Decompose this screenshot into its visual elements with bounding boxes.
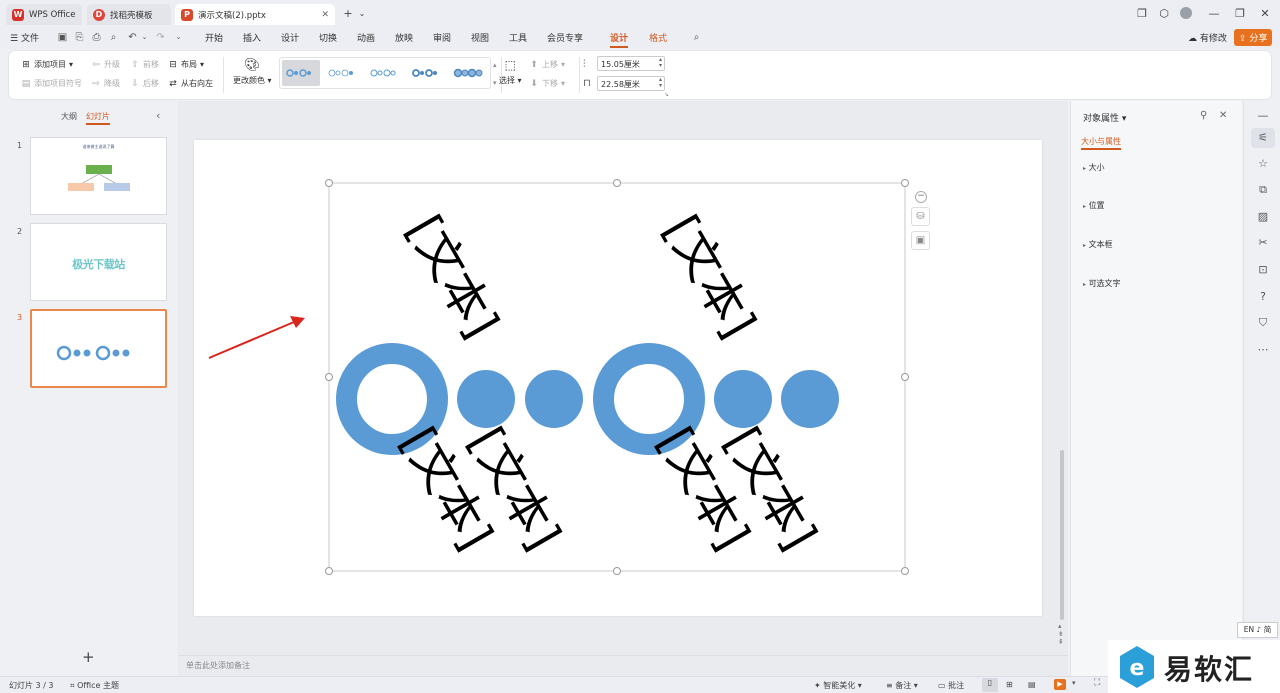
close-panel-icon[interactable]: ✕ <box>1219 110 1227 121</box>
play-slideshow-icon[interactable]: ▶ <box>1054 679 1066 690</box>
fill-icon[interactable]: ⛁ <box>911 207 930 226</box>
status-bar: 幻灯片 3 / 3 ⌗ Office 主题 ✦ 智能美化 ▾ ≡ 备注 ▾ ▭ … <box>0 676 1280 693</box>
beautify-icon: ✦ <box>814 681 821 690</box>
section-label: 可选文字 <box>1088 279 1121 288</box>
reading-view-icon[interactable]: ▤ <box>1028 680 1036 689</box>
dot-shape-2 <box>525 370 583 428</box>
help-icon[interactable]: ? <box>1256 290 1270 304</box>
notes-label: 备注 <box>895 681 912 690</box>
notes-divider <box>178 655 1068 656</box>
fit-window-icon[interactable]: ⛶ <box>1094 678 1100 688</box>
red-arrow <box>208 321 295 359</box>
expand-icon: ▸ <box>1083 281 1087 288</box>
book-icon[interactable]: ⊡ <box>1256 263 1270 277</box>
smart-beautify-label: 智能美化 <box>823 681 856 690</box>
section-label: 文本框 <box>1088 240 1113 249</box>
slide-sorter-icon[interactable]: ⊞ <box>1006 680 1013 689</box>
notes-placeholder[interactable]: 单击此处添加备注 <box>186 660 250 671</box>
copy-icon[interactable]: ⧉ <box>1256 183 1270 197</box>
outline-icon[interactable]: ▣ <box>911 231 930 250</box>
ime-indicator[interactable]: EN ♪ 简 <box>1237 622 1278 638</box>
comment-icon: ▭ <box>938 681 946 690</box>
minimize-panel-icon[interactable]: — <box>1256 109 1270 123</box>
expand-icon: ▸ <box>1083 165 1087 172</box>
right-sidebar: — ⚟ ☆ ⧉ ▨ ✂ ⊡ ? ⛉ ⋯ <box>1243 101 1280 676</box>
section-alt-text[interactable]: ▸ 可选文字 <box>1083 278 1121 289</box>
expand-icon: ▸ <box>1083 242 1087 249</box>
more-icon[interactable]: ⋯ <box>1256 343 1270 357</box>
theme-icon: ⌗ <box>70 681 75 690</box>
section-textbox[interactable]: ▸ 文本框 <box>1083 239 1113 250</box>
slide-count: 幻灯片 3 / 3 <box>9 681 54 690</box>
play-dropdown-icon[interactable]: ▾ <box>1072 679 1076 687</box>
svg-text:e: e <box>1130 656 1145 681</box>
tools-icon[interactable]: ✂ <box>1256 236 1270 250</box>
expand-icon: ▸ <box>1083 203 1087 210</box>
pin-icon[interactable]: ⚲ <box>1200 110 1207 121</box>
section-label: 大小 <box>1088 163 1105 172</box>
collapse-toolbar-icon[interactable]: − <box>915 191 927 203</box>
star-icon[interactable]: ☆ <box>1256 157 1270 171</box>
dot-shape-4 <box>781 370 839 428</box>
properties-icon[interactable]: ⚟ <box>1256 131 1270 145</box>
tab-size-properties[interactable]: 大小与属性 <box>1081 136 1121 150</box>
watermark-emblem-icon: e <box>1120 646 1154 688</box>
notes-button[interactable]: ≡ 备注 ▾ <box>886 680 918 691</box>
comments-label: 批注 <box>948 681 965 690</box>
theme-label: Office 主题 <box>77 681 119 690</box>
normal-view-icon[interactable]: ▯ <box>982 678 998 692</box>
comments-button[interactable]: ▭ 批注 <box>938 680 964 691</box>
notes-icon: ≡ <box>886 681 893 690</box>
section-size[interactable]: ▸ 大小 <box>1083 162 1105 173</box>
panel-title-label: 对象属性 <box>1083 114 1120 124</box>
smart-beautify-button[interactable]: ✦ 智能美化 ▾ <box>814 680 862 691</box>
theme-indicator[interactable]: ⌗ Office 主题 <box>70 680 119 691</box>
watermark-logo: e 易软汇 <box>1108 640 1280 693</box>
panel-title[interactable]: 对象属性 ▾ <box>1083 111 1126 124</box>
picture-icon[interactable]: ▨ <box>1256 210 1270 224</box>
section-label: 位置 <box>1088 201 1105 210</box>
section-position[interactable]: ▸ 位置 <box>1083 200 1105 211</box>
shirt-icon[interactable]: ⛉ <box>1256 316 1270 330</box>
watermark-text: 易软汇 <box>1164 653 1255 686</box>
object-properties-panel <box>1070 101 1242 676</box>
